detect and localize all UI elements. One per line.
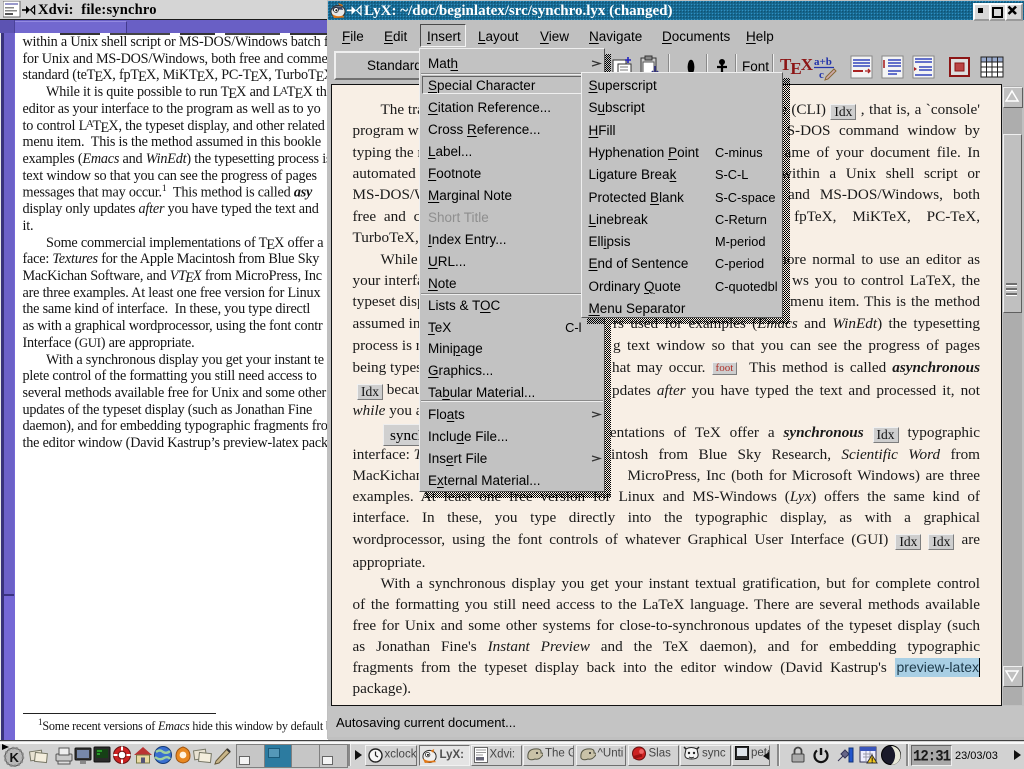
svg-text:a+b: a+b (814, 56, 832, 68)
svg-text:c: c (819, 69, 824, 81)
svg-text:K: K (10, 750, 20, 765)
svg-text:!: ! (871, 758, 873, 765)
